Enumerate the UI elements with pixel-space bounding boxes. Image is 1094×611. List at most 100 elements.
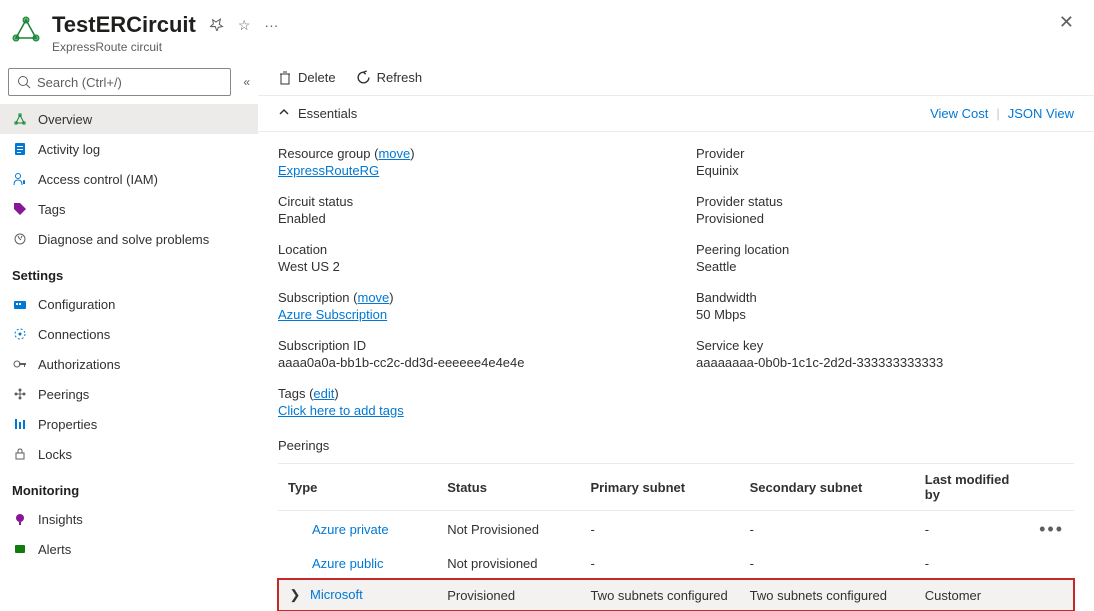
location-value: West US 2 xyxy=(278,259,656,274)
search-input[interactable]: Search (Ctrl+/) xyxy=(8,68,231,96)
col-type[interactable]: Type xyxy=(278,464,437,511)
sidebar-item-overview[interactable]: Overview xyxy=(0,104,258,134)
bandwidth-value: 50 Mbps xyxy=(696,307,1074,322)
subscription-id-label: Subscription ID xyxy=(278,338,656,353)
peering-secondary: Two subnets configured xyxy=(740,579,915,611)
sidebar-item-activity-log[interactable]: Activity log xyxy=(0,134,258,164)
refresh-label: Refresh xyxy=(377,70,423,85)
sidebar-item-authorizations[interactable]: Authorizations xyxy=(0,349,258,379)
sidebar-section-settings: Settings xyxy=(0,254,258,289)
sidebar-item-insights[interactable]: Insights xyxy=(0,504,258,534)
circuit-status-label: Circuit status xyxy=(278,194,656,209)
sidebar-item-label: Locks xyxy=(38,447,72,462)
peering-location-value: Seattle xyxy=(696,259,1074,274)
table-row-highlighted[interactable]: ❯Microsoft Provisioned Two subnets confi… xyxy=(278,579,1074,611)
tags-add-link[interactable]: Click here to add tags xyxy=(278,403,404,418)
sidebar-item-connections[interactable]: Connections xyxy=(0,319,258,349)
sidebar: Search (Ctrl+/) « Overview Activity log … xyxy=(0,60,258,611)
service-key-label: Service key xyxy=(696,338,1074,353)
sidebar-item-properties[interactable]: Properties xyxy=(0,409,258,439)
locks-icon xyxy=(12,446,28,462)
table-row[interactable]: Azure public Not provisioned - - - xyxy=(278,548,1074,579)
sidebar-item-label: Diagnose and solve problems xyxy=(38,232,209,247)
collapse-sidebar-icon[interactable]: « xyxy=(243,75,250,89)
sidebar-item-label: Peerings xyxy=(38,387,89,402)
sidebar-item-label: Activity log xyxy=(38,142,100,157)
refresh-button[interactable]: Refresh xyxy=(356,70,423,85)
sidebar-item-label: Insights xyxy=(38,512,83,527)
tags-edit-link[interactable]: edit xyxy=(313,386,334,401)
bandwidth-label: Bandwidth xyxy=(696,290,1074,305)
sidebar-item-peerings[interactable]: Peerings xyxy=(0,379,258,409)
col-secondary[interactable]: Secondary subnet xyxy=(740,464,915,511)
sidebar-item-access-control[interactable]: Access control (IAM) xyxy=(0,164,258,194)
access-control-icon xyxy=(12,171,28,187)
pin-icon[interactable] xyxy=(210,17,224,34)
essentials-title: Essentials xyxy=(298,106,357,121)
peering-primary: Two subnets configured xyxy=(580,579,739,611)
peering-secondary: - xyxy=(740,511,915,549)
peering-type[interactable]: Azure public xyxy=(312,556,384,571)
subscription-value[interactable]: Azure Subscription xyxy=(278,307,387,322)
alerts-icon xyxy=(12,541,28,557)
sidebar-item-label: Properties xyxy=(38,417,97,432)
peering-status: Provisioned xyxy=(437,579,580,611)
provider-status-label: Provider status xyxy=(696,194,1074,209)
chevron-up-icon xyxy=(278,106,290,121)
sidebar-item-diagnose[interactable]: Diagnose and solve problems xyxy=(0,224,258,254)
sidebar-item-label: Connections xyxy=(38,327,110,342)
peering-secondary: - xyxy=(740,548,915,579)
row-more-icon[interactable]: ••• xyxy=(1039,519,1064,539)
location-label: Location xyxy=(278,242,656,257)
service-key-value: aaaaaaaa-0b0b-1c1c-2d2d-333333333333 xyxy=(696,355,1074,370)
col-primary[interactable]: Primary subnet xyxy=(580,464,739,511)
table-row[interactable]: Azure private Not Provisioned - - - ••• xyxy=(278,511,1074,549)
subscription-id-value: aaaa0a0a-bb1b-cc2c-dd3d-eeeeee4e4e4e xyxy=(278,355,656,370)
sidebar-item-alerts[interactable]: Alerts xyxy=(0,534,258,564)
peering-location-label: Peering location xyxy=(696,242,1074,257)
sidebar-item-label: Tags xyxy=(38,202,65,217)
peering-primary: - xyxy=(580,548,739,579)
peering-type[interactable]: Azure private xyxy=(312,522,389,537)
refresh-icon xyxy=(356,70,371,85)
page-title: TestERCircuit xyxy=(52,12,196,38)
subscription-label: Subscription (move) xyxy=(278,290,656,305)
peering-status: Not Provisioned xyxy=(437,511,580,549)
col-status[interactable]: Status xyxy=(437,464,580,511)
peerings-title: Peerings xyxy=(278,438,1074,453)
sidebar-item-label: Configuration xyxy=(38,297,115,312)
favorite-icon[interactable]: ☆ xyxy=(238,17,251,34)
delete-icon xyxy=(278,71,292,85)
resource-type-icon xyxy=(8,12,44,48)
resource-group-move-link[interactable]: move xyxy=(378,146,410,161)
subscription-move-link[interactable]: move xyxy=(358,290,390,305)
delete-button[interactable]: Delete xyxy=(278,70,336,85)
peering-status: Not provisioned xyxy=(437,548,580,579)
peering-primary: - xyxy=(580,511,739,549)
json-view-link[interactable]: JSON View xyxy=(1008,106,1074,121)
connections-icon xyxy=(12,326,28,342)
configuration-icon xyxy=(12,296,28,312)
peering-modified: - xyxy=(915,511,1029,549)
peerings-table: Type Status Primary subnet Secondary sub… xyxy=(278,463,1074,611)
sidebar-item-configuration[interactable]: Configuration xyxy=(0,289,258,319)
page-subtitle: ExpressRoute circuit xyxy=(52,40,1059,54)
sidebar-item-label: Access control (IAM) xyxy=(38,172,158,187)
overview-icon xyxy=(12,111,28,127)
sidebar-item-locks[interactable]: Locks xyxy=(0,439,258,469)
close-icon[interactable]: ✕ xyxy=(1059,12,1074,33)
peering-modified: - xyxy=(915,548,1029,579)
sidebar-item-label: Alerts xyxy=(38,542,71,557)
col-modified[interactable]: Last modified by xyxy=(915,464,1029,511)
sidebar-item-label: Overview xyxy=(38,112,92,127)
resource-group-value[interactable]: ExpressRouteRG xyxy=(278,163,379,178)
provider-label: Provider xyxy=(696,146,1074,161)
search-placeholder: Search (Ctrl+/) xyxy=(37,75,122,90)
search-icon xyxy=(17,75,31,89)
view-cost-link[interactable]: View Cost xyxy=(930,106,988,121)
peering-type[interactable]: Microsoft xyxy=(310,587,363,602)
sidebar-item-tags[interactable]: Tags xyxy=(0,194,258,224)
peerings-icon xyxy=(12,386,28,402)
more-icon[interactable]: ··· xyxy=(264,17,278,33)
essentials-toggle[interactable]: Essentials xyxy=(278,106,357,121)
